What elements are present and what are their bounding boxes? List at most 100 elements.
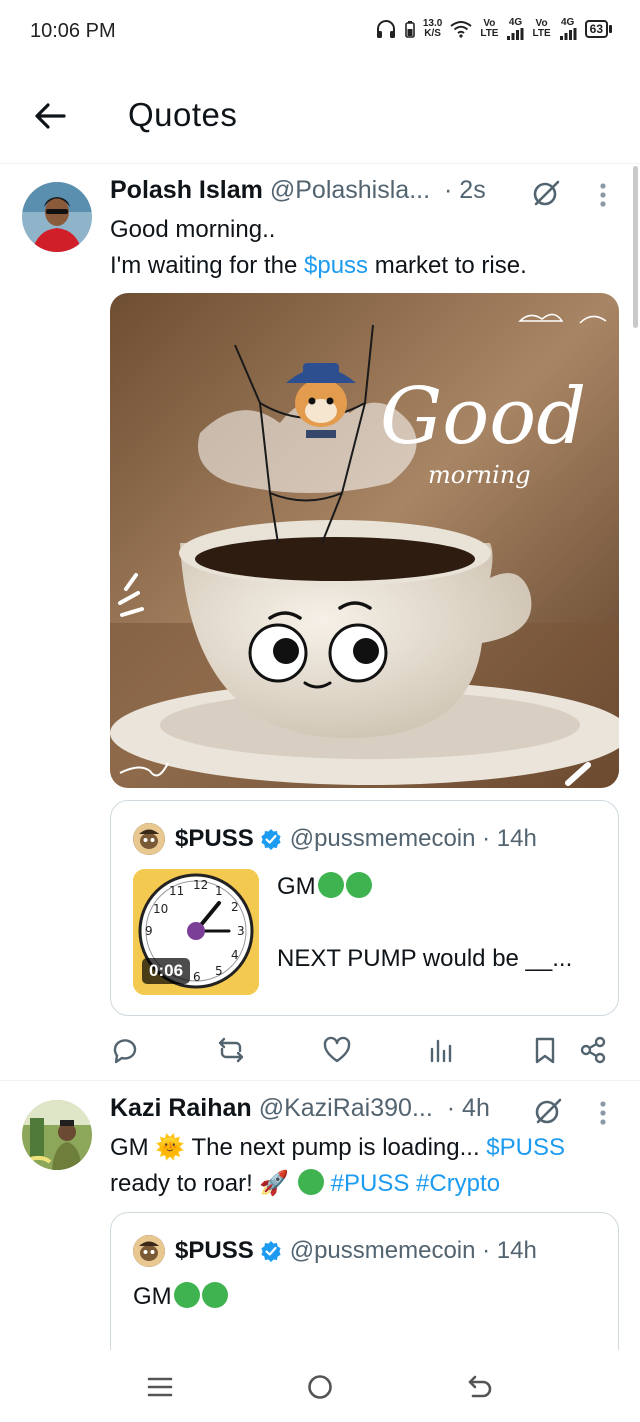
- quoted-text-line: NEXT PUMP would be __...: [277, 945, 573, 972]
- views-button[interactable]: [426, 1035, 456, 1065]
- tweet-divider: [0, 1080, 640, 1081]
- home-circle-icon: [308, 1375, 332, 1399]
- views-icon: [430, 1039, 452, 1063]
- more-options-icon[interactable]: [598, 1100, 608, 1130]
- tweet-image[interactable]: Good morning: [110, 293, 619, 788]
- tweet-text-segment: GM: [110, 1134, 156, 1161]
- image-text-good: Good: [380, 372, 586, 462]
- more-options-icon[interactable]: [598, 182, 608, 212]
- green-circle-emoji: [201, 1282, 228, 1308]
- tweet-header: Kazi Raihan @KaziRai390... · 4h: [110, 1094, 490, 1128]
- arrow-left-icon: [35, 103, 66, 129]
- tweet-actions: [110, 1030, 620, 1070]
- wifi-icon: [450, 21, 472, 38]
- svg-text:2: 2: [231, 900, 239, 914]
- svg-text:6: 6: [193, 970, 201, 984]
- quoted-tweet-text: GM: [133, 1279, 228, 1315]
- sun-emoji: 🌞: [155, 1134, 186, 1161]
- svg-text:12: 12: [193, 878, 208, 892]
- sim2-4g: 4G: [560, 17, 575, 28]
- author-handle[interactable]: @Polashisla...: [270, 176, 430, 205]
- green-circle-emoji: [173, 1282, 200, 1308]
- quoted-author-handle: @pussmemecoin · 14h: [289, 1237, 537, 1264]
- sim2-lte: LTE: [532, 28, 551, 39]
- heart-icon: [323, 1036, 351, 1063]
- avatar: [133, 823, 165, 855]
- repost-button[interactable]: [216, 1035, 246, 1065]
- bookmark-button[interactable]: [530, 1035, 560, 1065]
- page-title: Quotes: [128, 96, 238, 133]
- svg-text:1: 1: [215, 884, 223, 898]
- svg-text:9: 9: [145, 924, 153, 938]
- video-thumbnail[interactable]: 12 3 6 9 10 11 1 2 4 5 0:06: [133, 869, 259, 995]
- grok-icon[interactable]: [532, 1095, 564, 1127]
- status-bar: 10:06 PM 13.0 K/S Vo LTE 4G Vo LTE 4G 63: [0, 0, 640, 64]
- rocket-emoji: 🚀: [259, 1170, 290, 1197]
- quoted-text-line: GM: [277, 869, 572, 905]
- network-speed: 13.0 K/S: [423, 19, 442, 39]
- quoted-text-gm: GM: [133, 1283, 172, 1310]
- avatar: [133, 1235, 165, 1267]
- quoted-tweet[interactable]: $PUSS @pussmemecoin · 14h GM: [110, 1212, 619, 1362]
- tweet-text: Good morning.. I'm waiting for the $puss…: [110, 212, 527, 284]
- page-header: Quotes: [0, 64, 640, 164]
- quoted-text-gm: GM: [277, 873, 316, 900]
- svg-text:10: 10: [153, 902, 168, 916]
- svg-text:4: 4: [231, 948, 239, 962]
- author-handle[interactable]: @KaziRai390...: [259, 1094, 433, 1123]
- svg-text:3: 3: [237, 924, 245, 938]
- network-speed-unit: K/S: [424, 28, 441, 39]
- author-name[interactable]: Polash Islam: [110, 176, 263, 205]
- reply-icon: [113, 1039, 137, 1064]
- sim2-volte: Vo LTE: [532, 19, 550, 39]
- recent-apps-button[interactable]: [143, 1370, 177, 1404]
- back-nav-button[interactable]: [463, 1370, 497, 1404]
- tweet-text-line: I'm waiting for the $puss market to rise…: [110, 248, 527, 284]
- tweet-text-segment: I'm waiting for the: [110, 252, 304, 279]
- avatar-image: [22, 1100, 92, 1170]
- sim1-signal: 4G: [506, 18, 524, 40]
- back-nav-icon: [468, 1375, 492, 1398]
- image-text-morning: morning: [428, 461, 531, 489]
- battery-saver-icon: [405, 21, 415, 38]
- repost-icon: [218, 1037, 244, 1063]
- like-button[interactable]: [322, 1035, 352, 1065]
- tweet-text-line: GM 🌞 The next pump is loading... $PUSS: [110, 1130, 565, 1166]
- tweet-text-line: Good morning..: [110, 216, 276, 243]
- sim1-lte: LTE: [480, 28, 499, 39]
- sim1-4g: 4G: [508, 17, 523, 28]
- battery-level: 63: [584, 20, 608, 38]
- cashtag-link[interactable]: $puss: [304, 252, 368, 279]
- status-icons: 13.0 K/S Vo LTE 4G Vo LTE 4G 63: [375, 18, 612, 40]
- author-name[interactable]: Kazi Raihan: [110, 1094, 252, 1123]
- hashtag-links[interactable]: #PUSS #Crypto: [331, 1170, 500, 1197]
- share-icon: [580, 1036, 606, 1064]
- avatar-image: [22, 182, 92, 252]
- cashtag-link[interactable]: $PUSS: [486, 1134, 565, 1161]
- reply-button[interactable]: [110, 1035, 140, 1065]
- share-button[interactable]: [578, 1035, 608, 1065]
- tweet-time[interactable]: · 2s: [444, 176, 486, 205]
- scrollbar[interactable]: [633, 166, 638, 328]
- tweet-text-line: ready to roar! 🚀 #PUSS #Crypto: [110, 1166, 565, 1202]
- headphones-icon: [376, 20, 395, 38]
- avatar[interactable]: [22, 1100, 92, 1170]
- svg-text:11: 11: [169, 884, 184, 898]
- quoted-author-name: $PUSS: [175, 825, 254, 852]
- grok-icon[interactable]: [530, 177, 562, 209]
- green-circle-emoji: [317, 872, 344, 898]
- tweet-time[interactable]: · 4h: [447, 1094, 490, 1123]
- home-button[interactable]: [303, 1370, 337, 1404]
- quoted-tweet-text: GM NEXT PUMP would be __...: [277, 869, 572, 977]
- green-circle-emoji: [297, 1169, 324, 1195]
- sim1-volte: Vo LTE: [480, 19, 498, 39]
- svg-text:5: 5: [215, 964, 223, 978]
- tweet-text-segment: ready to roar!: [110, 1170, 260, 1197]
- avatar[interactable]: [22, 182, 92, 252]
- back-button[interactable]: [30, 96, 70, 136]
- quoted-author-name: $PUSS: [175, 1237, 254, 1264]
- battery-nub: [609, 25, 612, 33]
- green-circle-emoji: [345, 872, 372, 898]
- verified-badge-icon: [261, 829, 281, 850]
- quoted-tweet[interactable]: $PUSS @pussmemecoin · 14h 12 3 6 9 10 11…: [110, 800, 619, 1016]
